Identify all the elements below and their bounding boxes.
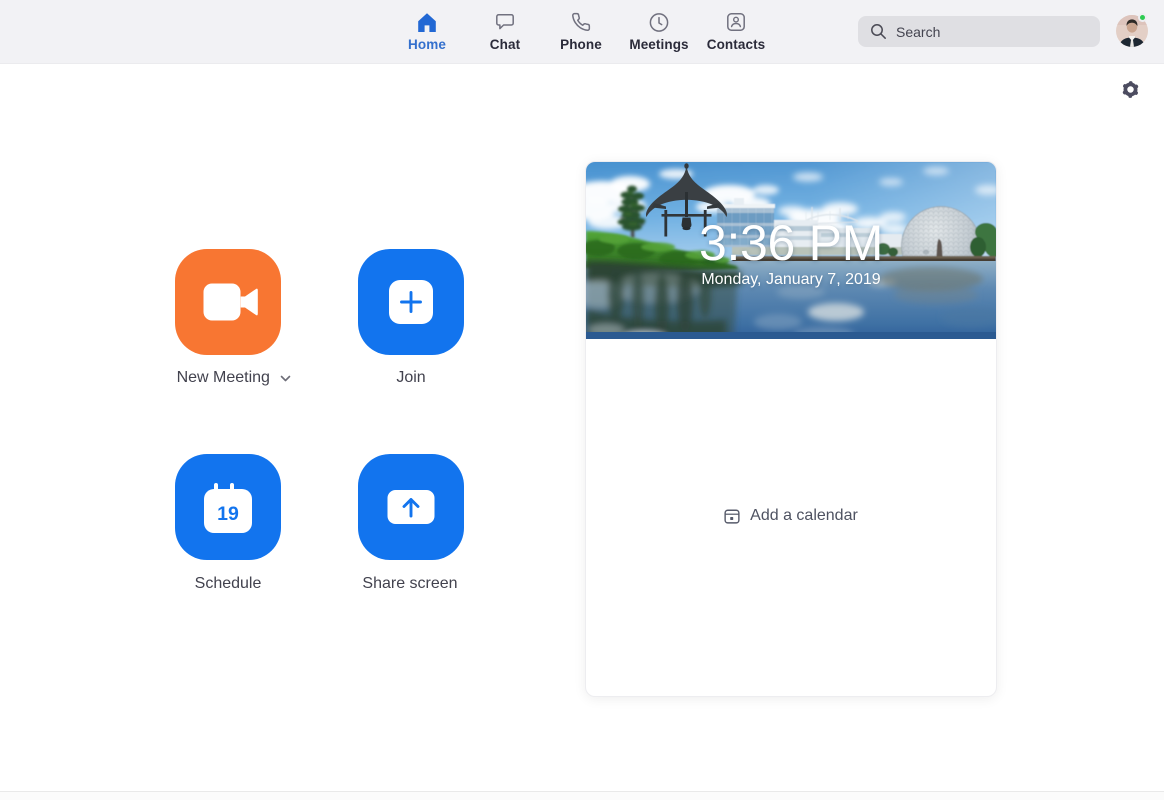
svg-text:19: 19 — [217, 503, 239, 525]
